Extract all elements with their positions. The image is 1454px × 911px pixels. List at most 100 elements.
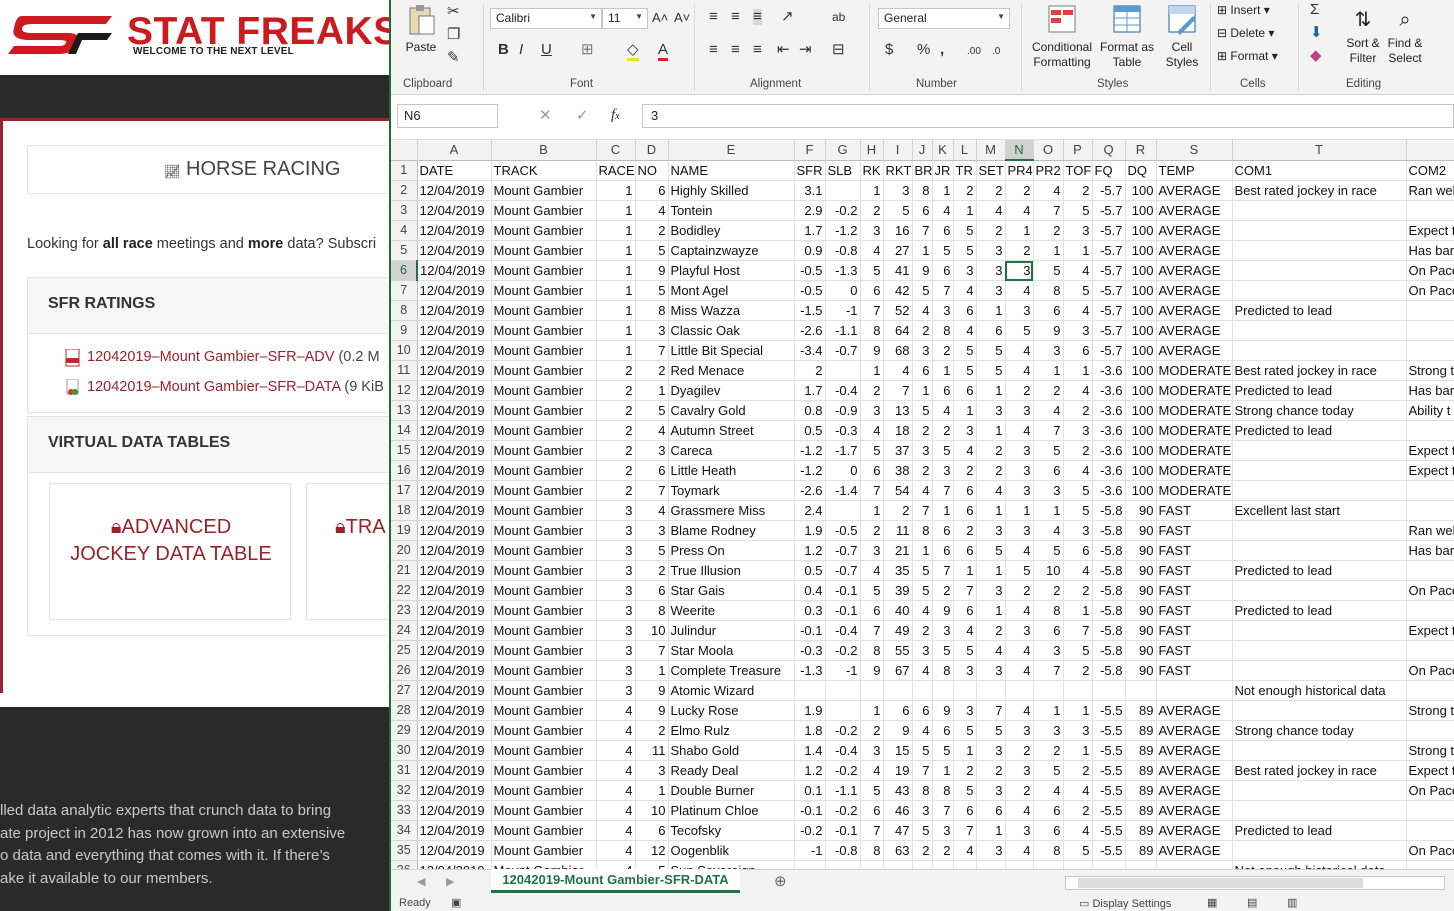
cell[interactable]	[1156, 680, 1233, 701]
cell[interactable]: 1	[596, 320, 636, 341]
name-box[interactable]: N6	[397, 104, 498, 128]
cell[interactable]: 3	[596, 520, 636, 541]
cell[interactable]: AVERAGE	[1156, 760, 1233, 781]
cell[interactable]: 12/04/2019	[417, 640, 492, 661]
delete-button[interactable]: ⊟ Delete ▾	[1217, 26, 1274, 41]
cell[interactable]: 4	[1005, 280, 1034, 301]
cell[interactable]: 5	[932, 440, 954, 461]
cell[interactable]	[1406, 320, 1454, 341]
cell[interactable]: 1	[860, 700, 884, 721]
cell[interactable]: 4	[596, 780, 636, 801]
cell[interactable]: Mount Gambier	[491, 700, 597, 721]
cell[interactable]: -5.7	[1092, 320, 1126, 341]
cell[interactable]: 4	[596, 840, 636, 861]
row-header[interactable]: 21	[391, 560, 418, 581]
cell[interactable]	[1232, 320, 1407, 341]
cell[interactable]: 27	[883, 240, 913, 261]
cell[interactable]: -3.6	[1092, 480, 1126, 501]
cell[interactable]: 100	[1125, 480, 1157, 501]
cell[interactable]	[1092, 860, 1126, 869]
cell[interactable]	[1092, 680, 1126, 701]
cell[interactable]: 8	[912, 520, 933, 541]
cell[interactable]: 2	[953, 180, 977, 201]
cell[interactable]: FAST	[1156, 540, 1233, 561]
cell[interactable]: 16	[883, 220, 913, 241]
column-title-cell[interactable]: RK	[860, 160, 884, 181]
column-header[interactable]	[1406, 140, 1454, 161]
cell[interactable]: 3	[912, 340, 933, 361]
font-color-icon[interactable]: A	[658, 42, 669, 61]
spreadsheet-grid[interactable]: ABCDEFGHIJKLMNOPQRST 1 DATE TRACK RACE NO NAM…	[391, 140, 1454, 869]
cell[interactable]: 7	[932, 280, 954, 301]
cell[interactable]: 3	[1005, 460, 1034, 481]
cell[interactable]: 5	[932, 640, 954, 661]
cell[interactable]: -0.2	[794, 820, 826, 841]
cell[interactable]: -5.7	[1092, 180, 1126, 201]
cell[interactable]: 5	[860, 440, 884, 461]
cell[interactable]: 9	[635, 700, 669, 721]
cell[interactable]: Mount Gambier	[491, 480, 597, 501]
cell[interactable]: Star Moola	[668, 640, 795, 661]
cell[interactable]: Mount Gambier	[491, 440, 597, 461]
cell[interactable]: 6	[1033, 460, 1064, 481]
tile-trainer[interactable]: 🔒︎TRA	[306, 483, 390, 620]
cell[interactable]: 100	[1125, 460, 1157, 481]
cell[interactable]: -0.2	[825, 800, 861, 821]
cell[interactable]: 3	[1005, 820, 1034, 841]
cell[interactable]: 4	[1033, 520, 1064, 541]
cell[interactable]: 100	[1125, 220, 1157, 241]
cell[interactable]: 6	[953, 380, 977, 401]
column-header[interactable]: H	[860, 140, 884, 161]
horizontal-scrollbar[interactable]	[1065, 876, 1445, 890]
cell[interactable]: Mount Gambier	[491, 720, 597, 741]
align-left-icon[interactable]: ≡	[709, 42, 718, 58]
cell[interactable]: 1	[1063, 240, 1093, 261]
cell[interactable]: Predicted to lead	[1232, 560, 1407, 581]
percent-icon[interactable]: %	[917, 42, 930, 58]
cell[interactable]: 1	[1033, 500, 1064, 521]
cut-icon[interactable]: ✂	[447, 4, 460, 20]
cell[interactable]: 8	[860, 840, 884, 861]
cell[interactable]	[1406, 480, 1454, 501]
cell[interactable]: -0.1	[825, 580, 861, 601]
cell[interactable]: 3	[976, 660, 1006, 681]
cell[interactable]: -3.6	[1092, 380, 1126, 401]
cell[interactable]: 3	[860, 740, 884, 761]
row-header[interactable]: 4	[391, 220, 418, 241]
cell[interactable]: MODERATE	[1156, 420, 1233, 441]
cell[interactable]: 4	[596, 860, 636, 869]
cell[interactable]: -0.4	[825, 380, 861, 401]
cell[interactable]: 90	[1125, 660, 1157, 681]
column-title-cell[interactable]: TRACK	[491, 160, 597, 181]
cell[interactable]: 8	[860, 320, 884, 341]
cell[interactable]: -0.1	[794, 620, 826, 641]
cell[interactable]: 100	[1125, 440, 1157, 461]
cell[interactable]: 3	[976, 260, 1006, 281]
cell[interactable]: 3	[912, 640, 933, 661]
cell[interactable]: -1.2	[825, 220, 861, 241]
cell[interactable]	[825, 680, 861, 701]
row-header[interactable]: 22	[391, 580, 418, 601]
cell[interactable]: -3.6	[1092, 360, 1126, 381]
cell[interactable]: Has barr	[1406, 540, 1454, 561]
cell[interactable]	[1005, 860, 1034, 869]
cell[interactable]: 3	[1005, 760, 1034, 781]
cell[interactable]: 4	[1005, 800, 1034, 821]
cell[interactable]: 3	[1005, 620, 1034, 641]
cell[interactable]: Tontein	[668, 200, 795, 221]
cell[interactable]	[1005, 680, 1034, 701]
cell[interactable]: 9	[1033, 320, 1064, 341]
cell[interactable]: AVERAGE	[1156, 820, 1233, 841]
cell[interactable]: 3	[883, 180, 913, 201]
prev-sheet-icon[interactable]: ◀	[417, 874, 425, 890]
cell[interactable]	[1063, 680, 1093, 701]
cell[interactable]: 4	[883, 360, 913, 381]
bold-icon[interactable]: B	[498, 42, 509, 58]
cell[interactable]: -5.7	[1092, 220, 1126, 241]
cell[interactable]: 0.5	[794, 420, 826, 441]
cell[interactable]: 12/04/2019	[417, 280, 492, 301]
cell[interactable]: 4	[1063, 820, 1093, 841]
cell[interactable]: 1	[1033, 700, 1064, 721]
cell[interactable]	[1232, 480, 1407, 501]
cell[interactable]: 0.9	[794, 240, 826, 261]
